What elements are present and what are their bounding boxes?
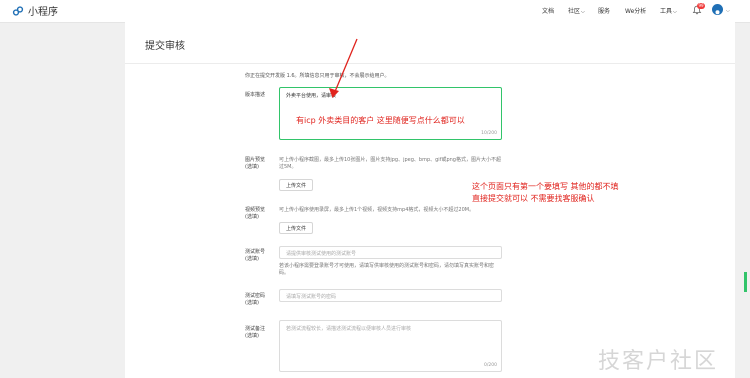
image-preview-help-line-2: 过5M。: [279, 164, 297, 170]
watermark: 技客户社区: [598, 349, 719, 374]
page-title: 提交审核: [145, 41, 185, 52]
annotation-side-note-1: 这个页面只有第一个要填写 其他的都不填: [472, 182, 619, 191]
version-desc-textarea[interactable]: 外卖平台使用，请审核 10/200: [279, 87, 502, 140]
annotation-box-note: 有icp 外卖类目的客户 这里随便写点什么都可以: [296, 116, 465, 125]
chevron-down-icon: ⌵: [673, 9, 677, 15]
chevron-down-icon[interactable]: ⌵: [726, 8, 730, 14]
version-desc-label: 版本描述: [245, 92, 266, 98]
user-icon: [715, 10, 720, 15]
test-password-label-main: 测试密码: [245, 293, 266, 299]
nav-community-label: 社区: [568, 8, 581, 15]
test-account-help-line-2: 码。: [279, 270, 290, 276]
image-preview-label: 图片预览 (选填): [245, 157, 265, 171]
nav-analytics[interactable]: We分析: [625, 6, 646, 15]
image-preview-label-main: 图片预览: [245, 157, 266, 163]
mini-program-logo-icon: [12, 5, 24, 16]
video-preview-label: 视频预览 (选填): [245, 207, 265, 221]
user-avatar[interactable]: [712, 4, 723, 15]
top-navigation-bar: 小程序 文档 社区⌵ 服务 We分析 工具⌵ 99 ⌵: [0, 0, 750, 23]
upload-image-button[interactable]: 上传文件: [279, 179, 313, 191]
app-title: 小程序: [28, 7, 58, 18]
nav-docs[interactable]: 文档: [542, 6, 554, 15]
image-preview-help-line-1: 可上传小程序截图，最多上传10张图片，图片支持jpg、jpeg、bmp、gif或…: [279, 157, 501, 163]
upload-video-button[interactable]: 上传文件: [279, 222, 313, 234]
video-preview-help: 可上传小程序使用录屏，最多上传1个视频，视频支持mp4格式，视频大小不超过20M…: [279, 207, 475, 213]
version-note: 你正在提交开发版 1.6。所填信息只用于审核，不会展示给用户。: [245, 73, 390, 79]
nav-service[interactable]: 服务: [598, 6, 610, 15]
image-preview-help: 可上传小程序截图，最多上传10张图片，图片支持jpg、jpeg、bmp、gif或…: [279, 157, 501, 171]
nav-tools[interactable]: 工具⌵: [660, 6, 677, 15]
notification-count-badge: 99: [697, 3, 706, 9]
test-password-placeholder: 请填写测试账号的密码: [286, 294, 337, 300]
title-divider: [125, 63, 735, 64]
image-preview-label-optional: (选填): [245, 164, 259, 170]
test-password-label-optional: (选填): [245, 300, 259, 306]
test-notes-placeholder: 若测试流程较长，请描述测试流程以便审核人员进行审核: [286, 326, 412, 332]
version-desc-counter: 10/200: [481, 131, 497, 136]
test-account-input[interactable]: 请提供审核测试使用的测试账号: [279, 246, 502, 259]
test-notes-counter: 0/200: [484, 363, 497, 368]
scrollbar[interactable]: [744, 22, 747, 378]
video-preview-label-optional: (选填): [245, 214, 259, 220]
test-notes-label-main: 测试备注: [245, 326, 266, 332]
test-account-help: 若该小程序需要登录账号才可使用，请填写供审核使用的测试账号和密码，请勿填写真实账…: [279, 263, 494, 277]
test-account-label-main: 测试账号: [245, 249, 266, 255]
annotation-arrow-icon: [329, 38, 358, 98]
test-notes-textarea[interactable]: 若测试流程较长，请描述测试流程以便审核人员进行审核 0/200: [279, 320, 502, 372]
nav-community[interactable]: 社区⌵: [568, 6, 585, 15]
chevron-down-icon: ⌵: [581, 9, 585, 15]
test-account-placeholder: 请提供审核测试使用的测试账号: [286, 251, 357, 257]
video-preview-label-main: 视频预览: [245, 207, 266, 213]
test-notes-label-optional: (选填): [245, 333, 259, 339]
test-account-label-optional: (选填): [245, 256, 259, 262]
annotation-side-note-2: 直接提交就可以 不需要找客服确认: [472, 194, 595, 203]
app-logo[interactable]: 小程序: [12, 3, 58, 18]
test-account-label: 测试账号 (选填): [245, 249, 265, 263]
scrollbar-thumb[interactable]: [744, 272, 747, 292]
test-account-help-line-1: 若该小程序需要登录账号才可使用，请填写供审核使用的测试账号和密码，请勿填写真实账…: [279, 263, 495, 269]
test-password-input[interactable]: 请填写测试账号的密码: [279, 289, 502, 302]
nav-tools-label: 工具: [660, 8, 673, 15]
test-password-label: 测试密码 (选填): [245, 293, 265, 307]
test-notes-label: 测试备注 (选填): [245, 326, 265, 340]
